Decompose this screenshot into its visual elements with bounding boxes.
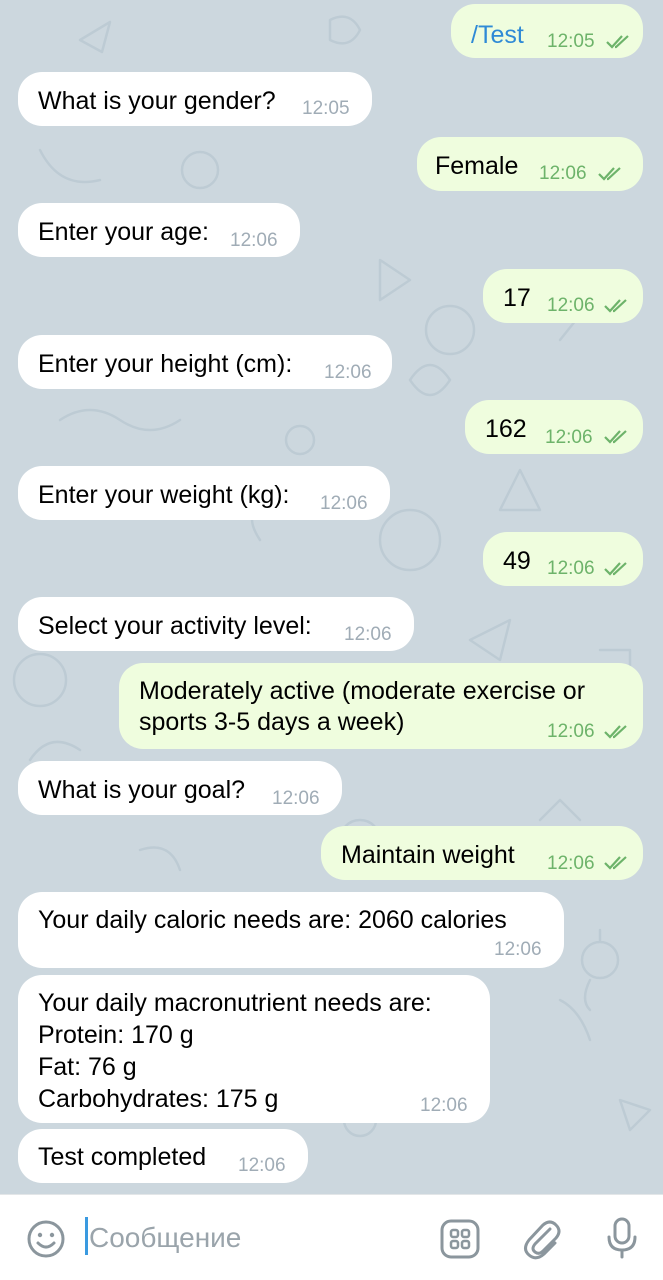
message-incoming[interactable]: Select your activity level: 12:06 [18,597,414,651]
message-time: 12:06 [547,853,595,874]
message-time: 12:06 [547,721,595,742]
message-outgoing[interactable]: /Test 12:05 [451,4,643,58]
double-check-icon [598,167,621,181]
message-incoming[interactable]: What is your gender? 12:05 [18,72,372,126]
double-check-icon [604,430,627,444]
message-incoming[interactable]: What is your goal? 12:06 [18,761,342,815]
message-input-bar: Сообщение [0,1194,663,1280]
message-outgoing[interactable]: Moderately active (moderate exercise or … [119,663,643,749]
message-text: Enter your weight (kg): [38,481,290,509]
message-time: 12:05 [302,98,350,119]
message-text: What is your gender? [38,87,276,115]
paperclip-icon[interactable] [522,1217,562,1261]
double-check-icon [606,35,629,49]
message-outgoing[interactable]: 17 12:06 [483,269,643,323]
message-incoming[interactable]: Enter your height (cm): 12:06 [18,335,392,389]
message-time: 12:06 [344,624,392,645]
microphone-icon[interactable] [602,1215,642,1261]
message-text-line1: Your daily macronutrient needs are: [38,989,432,1017]
message-text: Female [435,152,519,180]
message-time: 12:06 [324,362,372,383]
message-time: 12:06 [547,558,595,579]
message-incoming[interactable]: Your daily caloric needs are: 2060 calor… [18,892,564,968]
message-text-line2: sports 3-5 days a week) [139,708,405,736]
text-cursor [85,1217,88,1255]
message-incoming[interactable]: Your daily macronutrient needs are: Prot… [18,975,490,1123]
double-check-icon [604,299,627,313]
emoji-icon[interactable] [26,1219,66,1259]
message-outgoing[interactable]: 162 12:06 [465,400,643,454]
message-text: Enter your height (cm): [38,350,293,378]
message-text-line2: Protein: 170 g [38,1021,194,1049]
message-text: 17 [503,284,531,312]
message-input-placeholder[interactable]: Сообщение [89,1221,241,1255]
message-time: 12:06 [539,163,587,184]
message-text: 49 [503,547,531,575]
message-time: 12:06 [420,1095,468,1116]
message-text[interactable]: /Test [471,19,524,51]
message-text-line3: Fat: 76 g [38,1053,137,1081]
message-incoming[interactable]: Test completed 12:06 [18,1129,308,1183]
message-text: Maintain weight [341,841,515,869]
message-time: 12:06 [320,493,368,514]
message-time: 12:06 [545,427,593,448]
message-time: 12:06 [494,939,542,960]
message-time: 12:06 [230,230,278,251]
message-incoming[interactable]: Enter your weight (kg): 12:06 [18,466,390,520]
message-text: Test completed [38,1143,207,1171]
message-text: What is your goal? [38,776,246,804]
double-check-icon [604,562,627,576]
message-text-line1: Moderately active (moderate exercise or [139,677,586,705]
message-time: 12:05 [547,31,595,52]
message-outgoing[interactable]: 49 12:06 [483,532,643,586]
double-check-icon [604,725,627,739]
message-text: Enter your age: [38,218,209,246]
bot-commands-icon[interactable] [440,1219,480,1259]
message-outgoing[interactable]: Female 12:06 [417,137,643,191]
message-incoming[interactable]: Enter your age: 12:06 [18,203,300,257]
message-text: 162 [485,415,527,443]
message-time: 12:06 [272,788,320,809]
message-text: Your daily caloric needs are: 2060 calor… [38,906,507,934]
message-time: 12:06 [547,295,595,316]
message-outgoing[interactable]: Maintain weight 12:06 [321,826,643,880]
message-text: Select your activity level: [38,612,312,640]
double-check-icon [604,856,627,870]
message-time: 12:06 [238,1155,286,1176]
chat-area[interactable]: /Test 12:05 What is your gender? 12:05 F… [0,0,663,1194]
message-text-line4: Carbohydrates: 175 g [38,1085,279,1113]
